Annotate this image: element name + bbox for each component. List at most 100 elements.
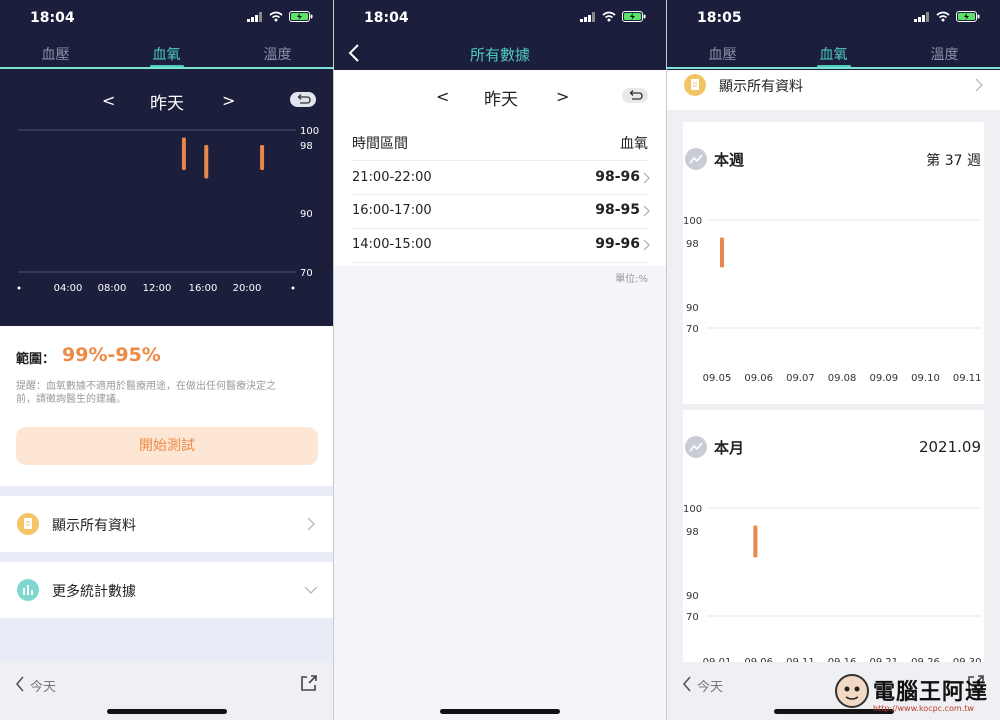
table-row[interactable]: 16:00-17:00 98-95	[334, 195, 666, 228]
y-tick-100: 100	[300, 126, 319, 137]
tab-blood-pressure[interactable]: 血壓	[0, 36, 111, 68]
tab-underline	[0, 67, 333, 69]
week-x-axis: 09.05 09.06 09.07 09.08 09.09 09.10 09.11	[703, 373, 982, 384]
signal-icon	[580, 11, 595, 22]
y-tick-100: 100	[683, 216, 702, 227]
start-test-button[interactable]: 開始測試	[16, 427, 318, 465]
tab-bar: 血壓 血氧 溫度	[667, 36, 1000, 68]
status-bar: 18:05	[667, 0, 1000, 36]
date-label: 昨天	[484, 90, 518, 110]
back-today-link[interactable]: 今天	[30, 676, 56, 695]
tab-temperature[interactable]: 溫度	[889, 36, 1000, 68]
tab-underline	[667, 67, 1000, 69]
x-tick: 12:00	[143, 283, 172, 294]
tab-blood-oxygen[interactable]: 血氧	[778, 36, 889, 68]
back-today-link[interactable]: 今天	[697, 676, 723, 695]
day-oxygen-chart: 100 98 90 70 04:00 08:00 12:00 16:00 20:…	[17, 126, 319, 294]
oxygen-range-bar[interactable]	[753, 525, 758, 558]
oxygen-range-bar[interactable]	[720, 237, 724, 268]
watermark-text: 電腦王阿達	[873, 680, 989, 705]
show-all-label: 顯示所有資料	[52, 518, 136, 534]
bar-chart-icon	[17, 579, 39, 601]
x-tick: 09.11	[953, 373, 982, 384]
panel-all-data: 18:04 所有數據 < 昨天 > 時間區間 血氧 21:00-22:00 98…	[334, 0, 666, 720]
row-value: 98-96	[595, 169, 640, 185]
range-value: 99%-95%	[62, 344, 161, 366]
back-chevron-icon[interactable]	[15, 676, 25, 692]
row-time: 21:00-22:00	[352, 170, 432, 185]
reset-date-button[interactable]	[622, 88, 648, 103]
show-all-row[interactable]: 顯示所有資料	[0, 496, 333, 552]
panel-oxygen-stats: 18:05 血壓 血氧 溫度 顯示所有資料 本週 第 37 週 100 98 9…	[667, 0, 1000, 720]
reset-date-button[interactable]	[290, 92, 316, 107]
battery-icon	[622, 11, 646, 22]
y-tick-90: 90	[300, 209, 313, 220]
week-number: 第 37 週	[926, 153, 981, 169]
chevron-right-icon	[975, 78, 983, 92]
wifi-icon	[602, 11, 616, 22]
y-tick-70: 70	[300, 268, 313, 279]
undo-icon	[629, 90, 643, 100]
trend-icon	[685, 436, 707, 458]
oxygen-range-bar[interactable]	[181, 137, 186, 171]
x-tick: 09.09	[869, 373, 898, 384]
wifi-icon	[936, 11, 950, 22]
share-icon[interactable]	[300, 674, 318, 692]
date-label: 昨天	[150, 94, 184, 114]
y-tick-98: 98	[686, 527, 699, 538]
trend-icon	[685, 148, 707, 170]
prev-day-button[interactable]: <	[436, 87, 449, 106]
status-time: 18:04	[30, 10, 75, 26]
y-tick-98: 98	[686, 239, 699, 250]
home-indicator	[440, 709, 560, 714]
x-tick: 09.08	[828, 373, 857, 384]
x-tick: 04:00	[54, 283, 83, 294]
row-value: 99-96	[595, 236, 640, 252]
week-title: 本週	[714, 151, 745, 169]
day-bars-group	[181, 137, 265, 179]
prev-day-button[interactable]: <	[102, 91, 115, 110]
next-day-button[interactable]: >	[222, 91, 235, 110]
signal-icon	[914, 11, 929, 22]
chevron-right-icon	[643, 172, 650, 184]
row-divider	[352, 262, 648, 263]
x-tick: 20:00	[233, 283, 262, 294]
back-chevron-icon[interactable]	[682, 676, 692, 692]
document-icon	[684, 74, 706, 96]
more-stats-row[interactable]: 更多統計數據	[0, 562, 333, 618]
status-time: 18:05	[697, 10, 742, 26]
oxygen-range-bar[interactable]	[260, 145, 265, 170]
show-all-row[interactable]: 顯示所有資料	[667, 70, 1000, 110]
row-time: 16:00-17:00	[352, 203, 432, 218]
status-bar: 18:04	[334, 0, 666, 36]
tab-bar: 血壓 血氧 溫度	[0, 36, 333, 68]
month-label: 2021.09	[918, 438, 981, 456]
week-bars-group	[720, 237, 724, 268]
y-tick-70: 70	[686, 324, 699, 335]
status-bar: 18:04	[0, 0, 333, 36]
axis-dot-end	[291, 286, 295, 290]
row-value: 98-95	[595, 202, 640, 218]
watermark: 電腦王阿達 http://www.kocpc.com.tw	[835, 672, 995, 718]
home-indicator	[106, 709, 227, 714]
tab-blood-pressure[interactable]: 血壓	[667, 36, 778, 68]
x-tick: 09.06	[744, 373, 773, 384]
oxygen-range-bar[interactable]	[204, 145, 209, 179]
month-bars-group	[753, 525, 758, 558]
more-stats-label: 更多統計數據	[52, 584, 136, 600]
watermark-url: http://www.kocpc.com.tw	[873, 704, 974, 713]
y-tick-90: 90	[686, 303, 699, 314]
chevron-right-icon	[643, 205, 650, 217]
y-tick-90: 90	[686, 591, 699, 602]
table-row[interactable]: 14:00-15:00 99-96	[334, 229, 666, 262]
x-tick: 08:00	[98, 283, 127, 294]
tab-blood-oxygen[interactable]: 血氧	[111, 36, 222, 68]
tab-temperature[interactable]: 溫度	[222, 36, 333, 68]
bottom-bar: 今天	[0, 662, 333, 720]
table-row[interactable]: 21:00-22:00 98-96	[334, 161, 666, 194]
status-icons	[580, 11, 646, 22]
chevron-down-icon	[304, 586, 318, 594]
range-label: 範圍：	[16, 352, 56, 367]
battery-icon	[289, 11, 313, 22]
next-day-button[interactable]: >	[556, 87, 569, 106]
